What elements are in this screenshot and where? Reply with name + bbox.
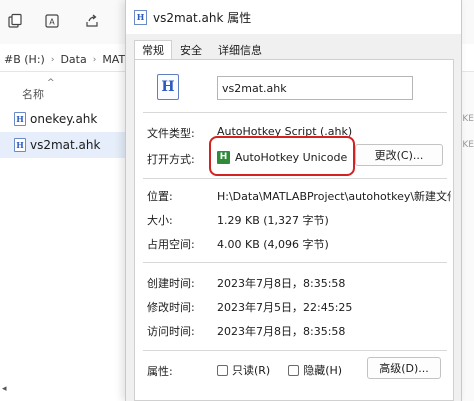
column-name[interactable]: 名称 (22, 86, 44, 102)
accessed-value: 2023年7月8日，8:35:58 (217, 325, 346, 338)
file-name: onekey.ahk (30, 112, 98, 126)
expand-arrow-icon[interactable]: ◂ (2, 384, 7, 394)
properties-dialog: H vs2mat.ahk 属性 常规 安全 详细信息 H 文件类型: AutoH… (125, 0, 462, 401)
file-row-selected[interactable]: H vs2mat.ahk (0, 132, 135, 158)
file-name-input[interactable] (217, 76, 413, 100)
hidden-label[interactable]: 隐藏(H) (303, 362, 342, 378)
breadcrumb-data[interactable]: Data (56, 53, 90, 66)
file-list-header: ^ 名称 (0, 78, 130, 104)
tab-general[interactable]: 常规 (134, 40, 172, 60)
file-type-label: 文件类型: (147, 127, 195, 140)
autohotkey-icon: H (217, 150, 230, 164)
open-with-app: H AutoHotkey Unicode 6 (217, 149, 349, 165)
chevron-right-icon: › (50, 54, 55, 65)
created-label: 创建时间: (147, 277, 195, 290)
disk-size-value: 4.00 KB (4,096 字节) (217, 238, 329, 251)
dialog-title: vs2mat.ahk 属性 (153, 10, 252, 25)
divider (143, 112, 447, 113)
divider (143, 262, 447, 263)
ahk-file-large-icon: H (157, 74, 179, 100)
copy-icon[interactable] (3, 9, 27, 33)
divider (143, 350, 447, 351)
divider (143, 178, 447, 179)
open-with-label: 打开方式: (147, 153, 195, 166)
readonly-checkbox[interactable] (217, 364, 228, 376)
modified-value: 2023年7月5日，22:45:25 (217, 301, 353, 314)
disk-size-label: 占用空间: (147, 238, 195, 251)
rename-icon[interactable]: A (40, 9, 64, 33)
hidden-checkbox[interactable] (288, 364, 300, 376)
file-type-value: AutoHotkey Script (.ahk) (217, 125, 353, 138)
advanced-button[interactable]: 高级(D)... (367, 357, 441, 379)
location-label: 位置: (147, 190, 173, 203)
sort-ascending-icon: ^ (47, 78, 55, 88)
file-row[interactable]: H onekey.ahk (0, 106, 135, 132)
size-value: 1.29 KB (1,327 字节) (217, 214, 329, 227)
tab-security[interactable]: 安全 (172, 40, 210, 60)
share-icon[interactable] (80, 9, 104, 33)
tab-strip: 常规 安全 详细信息 (134, 40, 270, 60)
clipped-text: KE (462, 140, 474, 150)
general-panel: H 文件类型: AutoHotkey Script (.ahk) 打开方式: H… (134, 59, 454, 401)
ahk-file-icon: H (134, 9, 147, 25)
modified-label: 修改时间: (147, 301, 195, 314)
location-value: H:\Data\MATLABProject\autohotkey\新建文件夹 (217, 190, 451, 203)
attributes-label: 属性: (147, 365, 173, 378)
explorer-right-column: KE KE (462, 72, 474, 401)
size-label: 大小: (147, 214, 173, 227)
file-name: vs2mat.ahk (30, 138, 101, 152)
accessed-label: 访问时间: (147, 325, 195, 338)
readonly-label[interactable]: 只读(R) (232, 362, 270, 378)
clipped-text: KE (462, 114, 474, 124)
ahk-file-icon: H (14, 138, 26, 152)
breadcrumb-drive[interactable]: #B (H:) (0, 53, 49, 66)
dialog-titlebar[interactable]: H vs2mat.ahk 属性 (126, 0, 461, 34)
change-button[interactable]: 更改(C)... (355, 144, 443, 166)
tab-details[interactable]: 详细信息 (210, 40, 270, 60)
created-value: 2023年7月8日，8:35:58 (217, 277, 346, 290)
open-with-value: AutoHotkey Unicode 6 (235, 150, 349, 164)
ahk-file-icon: H (14, 112, 26, 126)
chevron-right-icon: › (92, 54, 97, 65)
svg-text:A: A (49, 18, 55, 27)
